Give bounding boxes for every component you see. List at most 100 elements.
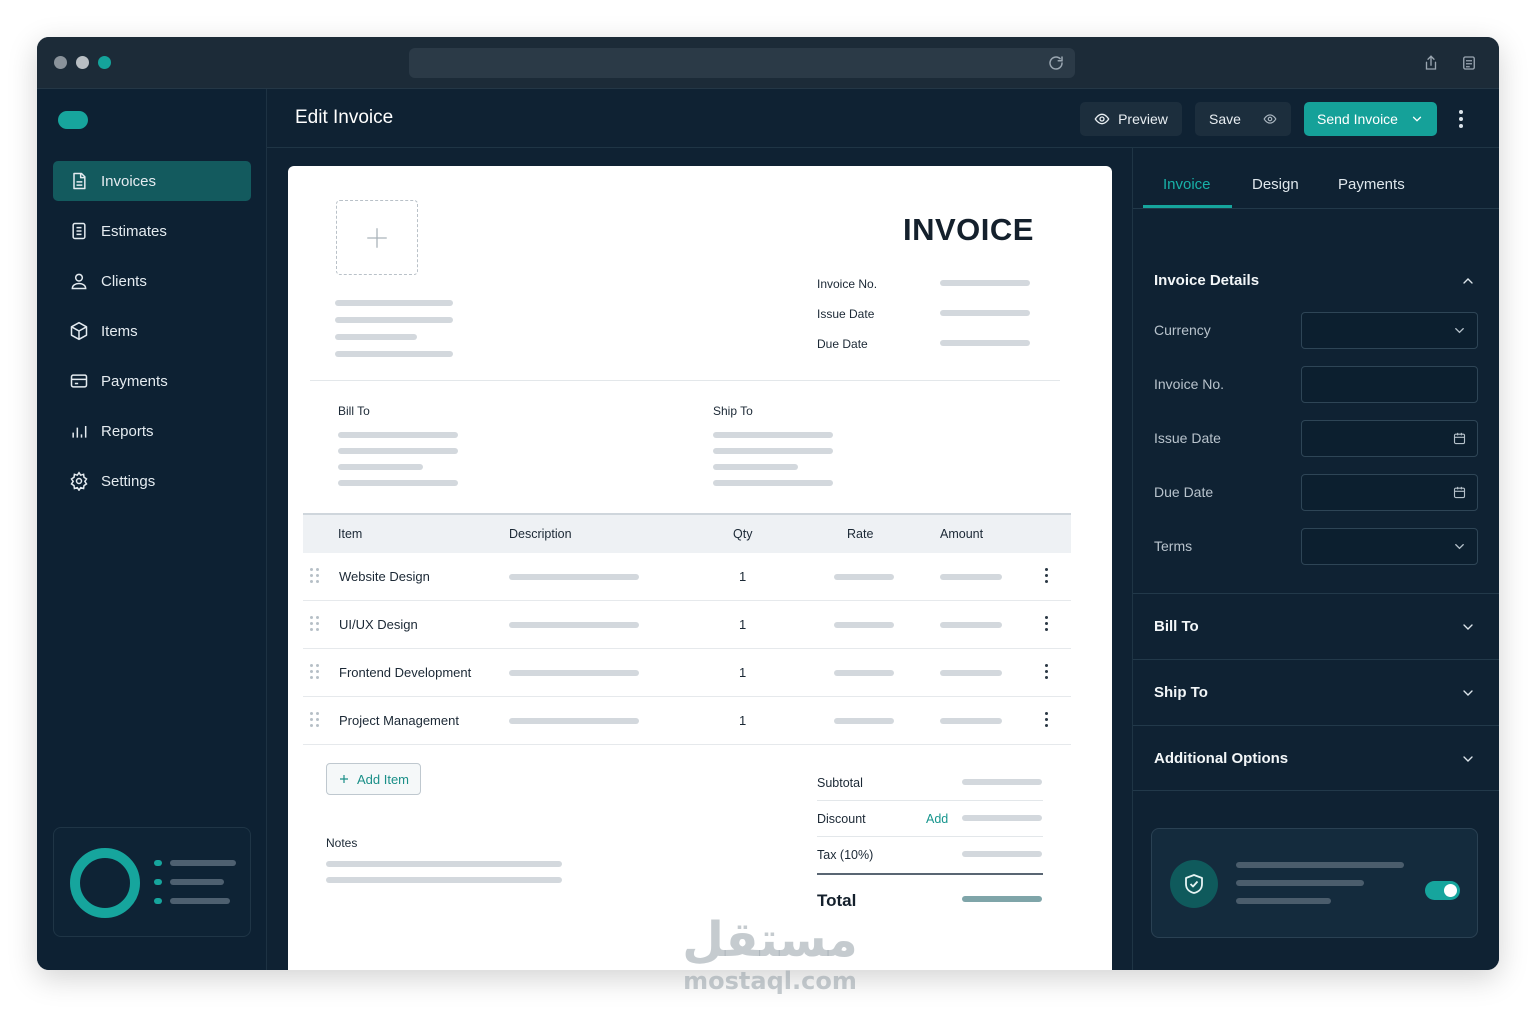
chevron-down-icon[interactable]: [1460, 751, 1476, 767]
more-options-icon[interactable]: [1453, 107, 1469, 131]
sidebar-item-invoices[interactable]: Invoices: [53, 161, 251, 201]
placeholder-line: [170, 898, 230, 904]
total-divider: [817, 873, 1043, 875]
sidebar-item-label: Payments: [101, 372, 168, 390]
chevron-down-icon[interactable]: [1460, 685, 1476, 701]
bill-to-line: [338, 480, 458, 486]
item-qty[interactable]: 1: [739, 617, 746, 632]
send-invoice-label: Send Invoice: [1317, 111, 1398, 127]
reload-icon[interactable]: [1047, 54, 1065, 72]
add-item-button[interactable]: Add Item: [326, 763, 421, 795]
sidebar-stats-card[interactable]: [53, 827, 251, 937]
divider: [1133, 659, 1499, 660]
items-table-header: Item Description Qty Rate Amount: [303, 513, 1071, 553]
drag-handle-icon[interactable]: [310, 568, 320, 584]
chevron-down-icon[interactable]: [1460, 619, 1476, 635]
divider: [1133, 725, 1499, 726]
drag-handle-icon[interactable]: [310, 616, 320, 632]
sidebar-item-payments[interactable]: Payments: [53, 361, 251, 401]
ship-to-section-header[interactable]: Ship To: [1154, 684, 1208, 701]
sidebar-item-label: Clients: [101, 272, 147, 290]
sidebar-item-clients[interactable]: Clients: [53, 261, 251, 301]
divider: [310, 380, 1060, 381]
save-button[interactable]: Save: [1195, 102, 1291, 136]
preview-button[interactable]: Preview: [1080, 102, 1182, 136]
invoice-heading: INVOICE: [903, 212, 1034, 247]
window-close-dot[interactable]: [54, 56, 67, 69]
placeholder-line: [1236, 880, 1364, 886]
bar-chart-icon: [72, 426, 87, 438]
currency-select[interactable]: [1301, 312, 1478, 349]
company-info-line: [335, 351, 453, 357]
send-invoice-button[interactable]: Send Invoice: [1304, 102, 1437, 136]
calendar-icon[interactable]: [1452, 485, 1467, 500]
logo-upload-area[interactable]: [336, 200, 418, 275]
watermark-arabic: مستقل: [682, 912, 858, 968]
gear-icon: [70, 471, 88, 491]
security-card: [1151, 828, 1478, 938]
chevron-up-icon[interactable]: [1460, 273, 1476, 289]
item-name[interactable]: UI/UX Design: [339, 617, 418, 632]
row-menu-icon[interactable]: [1042, 568, 1050, 586]
row-menu-icon[interactable]: [1042, 664, 1050, 682]
share-icon[interactable]: [1422, 53, 1440, 73]
window-maximize-dot[interactable]: [98, 56, 111, 69]
subtotal-label: Subtotal: [817, 776, 863, 790]
sidebar-item-settings[interactable]: Settings: [53, 461, 251, 501]
item-qty[interactable]: 1: [739, 665, 746, 680]
company-info-line: [335, 317, 453, 323]
column-item: Item: [338, 527, 363, 541]
row-menu-icon[interactable]: [1042, 712, 1050, 730]
table-row[interactable]: Website Design 1: [303, 553, 1071, 601]
window-minimize-dot[interactable]: [76, 56, 89, 69]
placeholder-line: [1236, 898, 1331, 904]
amount-placeholder: [940, 574, 1002, 580]
settings-panel: Invoice Design Payments Invoice Details …: [1132, 148, 1499, 970]
issue-date-input[interactable]: [1301, 420, 1478, 457]
drag-handle-icon[interactable]: [310, 664, 320, 680]
table-row[interactable]: Project Management 1: [303, 697, 1071, 745]
calendar-icon[interactable]: [1452, 431, 1467, 446]
invoice-number-value: [940, 280, 1030, 286]
divider: [817, 800, 1043, 801]
due-date-input[interactable]: [1301, 474, 1478, 511]
sidebar-item-reports[interactable]: Reports: [53, 411, 251, 451]
bill-to-label: Bill To: [338, 404, 370, 418]
address-bar[interactable]: [409, 48, 1075, 78]
currency-label: Currency: [1154, 322, 1211, 338]
table-row[interactable]: Frontend Development 1: [303, 649, 1071, 697]
tabs-overview-icon[interactable]: [1460, 53, 1478, 73]
page-header: Edit Invoice Preview Save Send Invoice: [267, 89, 1499, 148]
chevron-down-icon[interactable]: [1410, 112, 1424, 126]
discount-value: [962, 815, 1042, 821]
item-qty[interactable]: 1: [739, 569, 746, 584]
sidebar-item-estimates[interactable]: Estimates: [53, 211, 251, 251]
rate-placeholder: [834, 718, 894, 724]
legend-dot: [154, 860, 162, 866]
legend-dot: [154, 879, 162, 885]
table-row[interactable]: UI/UX Design 1: [303, 601, 1071, 649]
bill-to-section-header[interactable]: Bill To: [1154, 618, 1199, 635]
tab-design[interactable]: Design: [1252, 176, 1299, 193]
additional-options-header[interactable]: Additional Options: [1154, 750, 1288, 767]
sidebar-item-label: Estimates: [101, 222, 167, 240]
due-date-label: Due Date: [817, 337, 868, 351]
invoice-details-header[interactable]: Invoice Details: [1154, 272, 1259, 289]
item-name[interactable]: Project Management: [339, 713, 459, 728]
issue-date-value: [940, 310, 1030, 316]
item-name[interactable]: Frontend Development: [339, 665, 471, 680]
tab-payments[interactable]: Payments: [1338, 176, 1405, 193]
security-toggle[interactable]: [1425, 881, 1460, 900]
sidebar-nav: Invoices Estimates Clients Items Payment…: [53, 161, 251, 511]
app-logo[interactable]: [58, 111, 88, 129]
terms-select[interactable]: [1301, 528, 1478, 565]
row-menu-icon[interactable]: [1042, 616, 1050, 634]
invoice-number-input[interactable]: [1301, 366, 1478, 403]
item-name[interactable]: Website Design: [339, 569, 430, 584]
item-qty[interactable]: 1: [739, 713, 746, 728]
tab-invoice[interactable]: Invoice: [1163, 176, 1211, 193]
drag-handle-icon[interactable]: [310, 712, 320, 728]
add-discount-link[interactable]: Add: [926, 812, 948, 826]
sidebar-item-items[interactable]: Items: [53, 311, 251, 351]
browser-titlebar: [37, 37, 1499, 89]
